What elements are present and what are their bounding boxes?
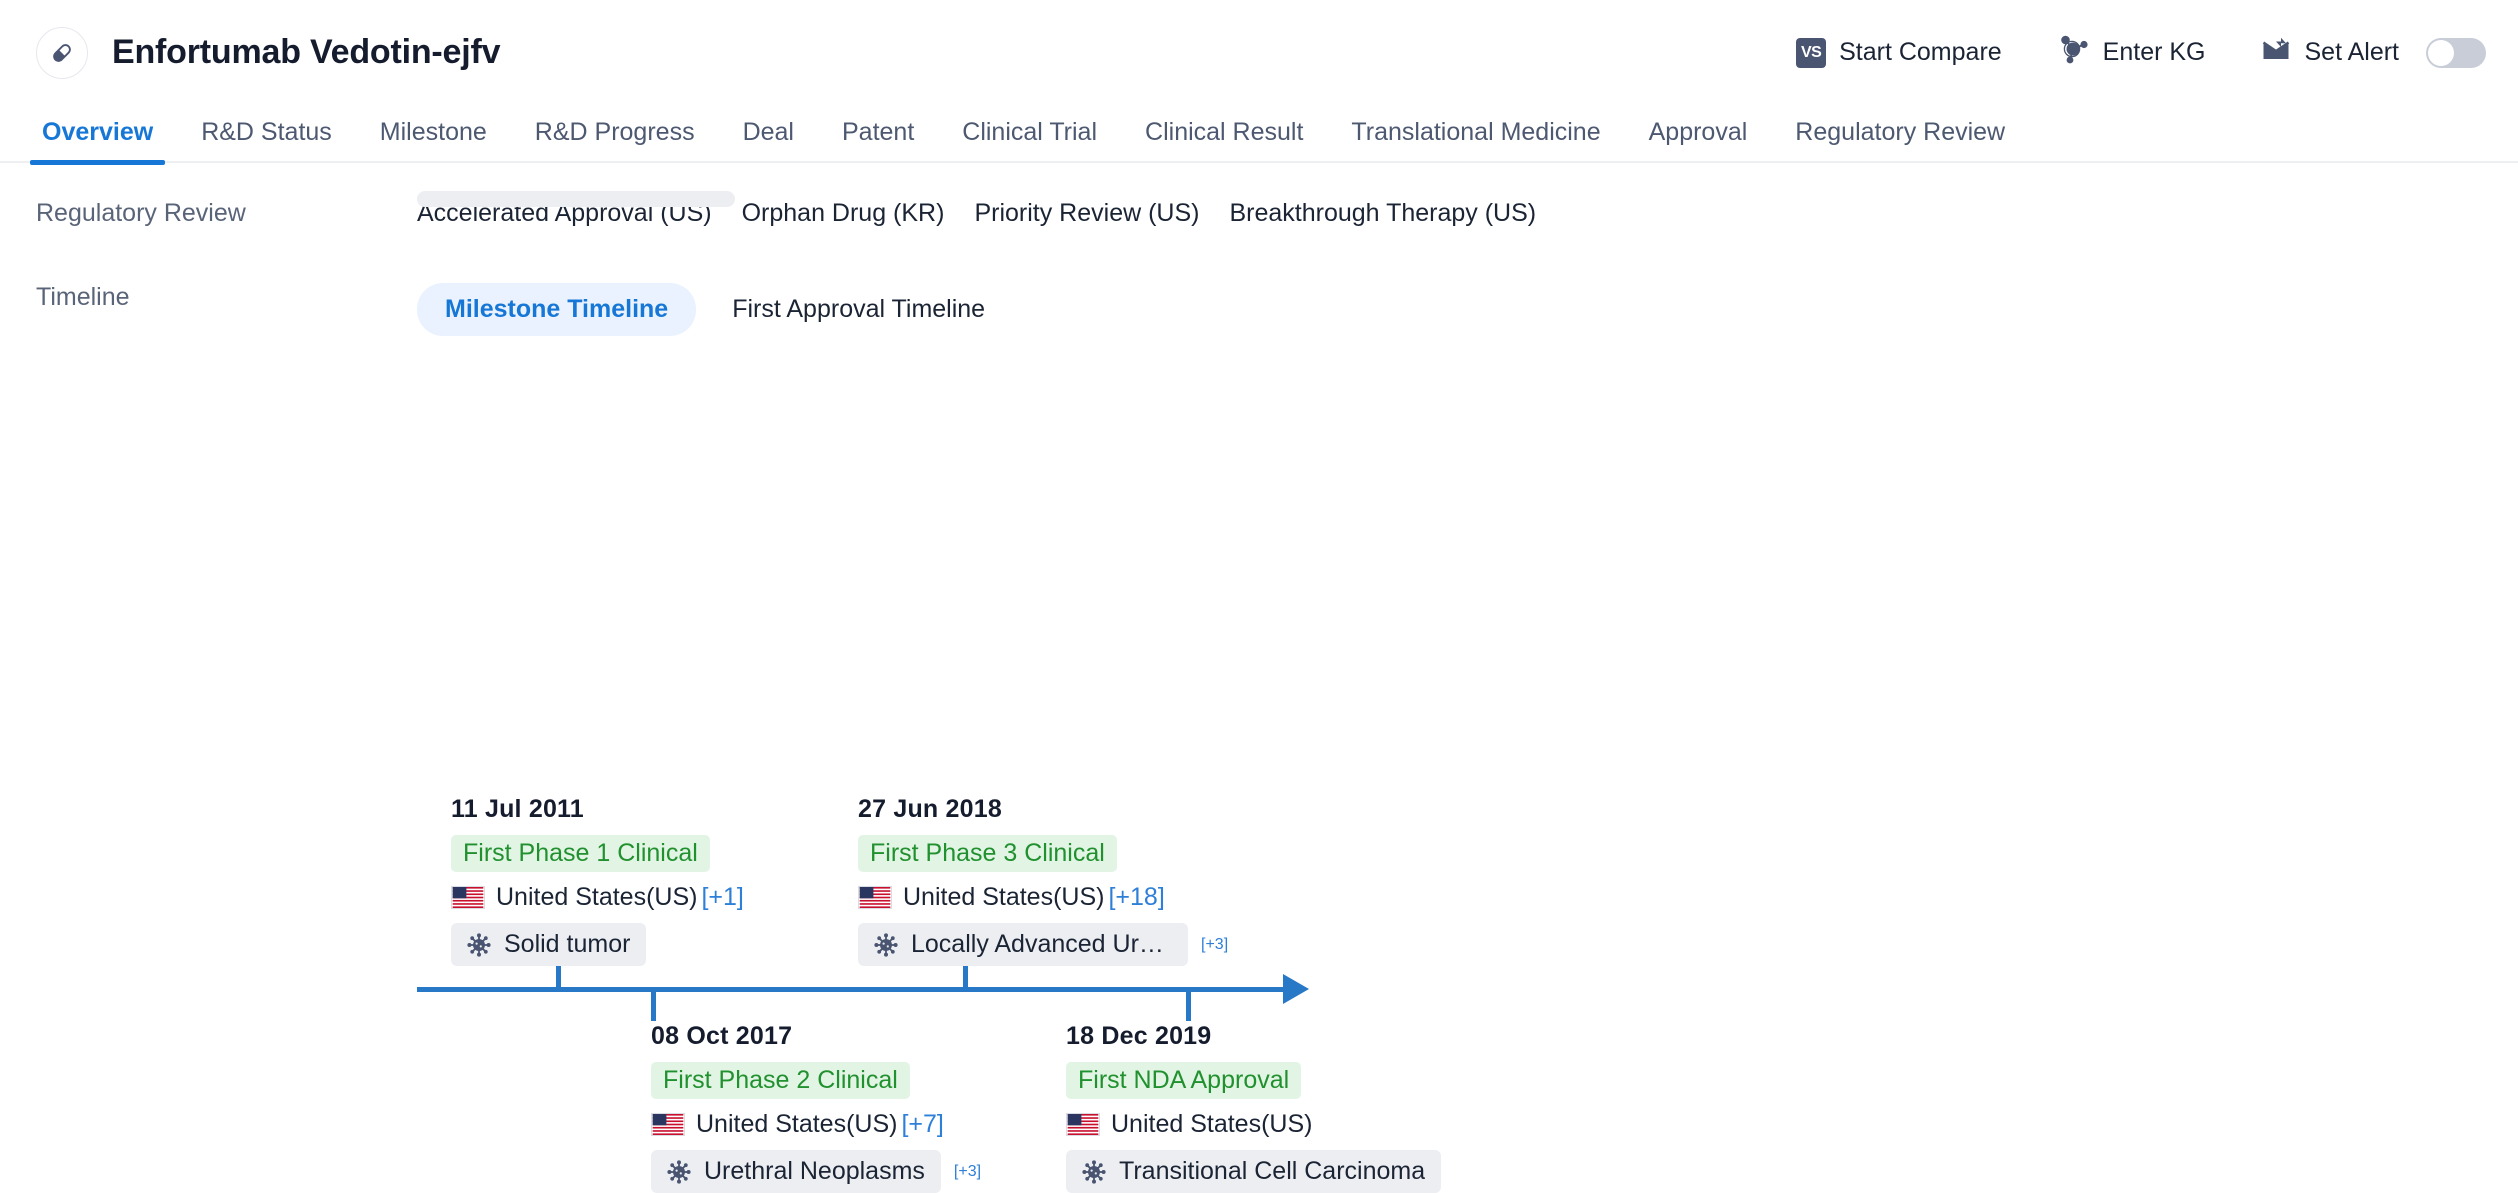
regulatory-review-row: Regulatory Review Accelerated Approval (… (0, 199, 2518, 228)
timeline-node-country-name: United States(US) (903, 883, 1105, 911)
timeline-node-disease-line: Solid tumor (451, 923, 744, 966)
timeline-node-country-name: United States(US) (496, 883, 698, 911)
virus-icon (467, 932, 491, 957)
regulatory-item-orphan-drug[interactable]: Orphan Drug (KR) (742, 199, 945, 228)
timeline-node-disease-chip[interactable]: Transitional Cell Carcinoma (1066, 1150, 1442, 1193)
timeline-node-disease-more[interactable]: [+3] (1201, 936, 1228, 954)
timeline-node-disease-chip[interactable]: Urethral Neoplasms (651, 1150, 941, 1193)
timeline-node-stage-badge: First NDA Approval (1066, 1062, 1302, 1099)
alert-envelope-icon (2262, 36, 2292, 69)
timeline-node-country: United States(US) [+18] (858, 883, 1228, 912)
timeline-node-disease-name: Transitional Cell Carcinoma (1119, 1157, 1426, 1185)
page-header: Enfortumab Vedotin-ejfv VS Start Compare (0, 0, 2518, 105)
timeline-node-stage-badge: First Phase 3 Clinical (858, 835, 1117, 872)
us-flag-icon (451, 886, 485, 909)
timeline-node-country-more[interactable]: [+18] (1108, 883, 1164, 912)
regulatory-review-label: Regulatory Review (36, 199, 246, 227)
timeline-node-disease-line: Urethral Neoplasms [+3] (651, 1150, 981, 1193)
regulatory-item-priority-review[interactable]: Priority Review (US) (974, 199, 1199, 228)
timeline-node-date: 27 Jun 2018 (858, 795, 1002, 823)
clipped-tag-above (417, 191, 735, 207)
timeline-row: Timeline Milestone Timeline First Approv… (0, 283, 2518, 336)
timeline-switch-first-approval[interactable]: First Approval Timeline (704, 283, 1013, 336)
set-alert-toggle[interactable] (2426, 37, 2486, 68)
timeline-node-date: 08 Oct 2017 (651, 1022, 793, 1050)
timeline-node-country-more[interactable]: [+1] (701, 883, 743, 912)
tab-rd-progress[interactable]: R&D Progress (511, 118, 719, 163)
tab-milestone[interactable]: Milestone (356, 118, 511, 163)
capsule-icon (36, 26, 88, 79)
main-tabbar: Overview R&D Status Milestone R&D Progre… (0, 105, 2518, 165)
timeline-node-2: 08 Oct 2017 First Phase 2 Clinical Unite… (651, 1022, 981, 1193)
timeline-switch: Milestone Timeline First Approval Timeli… (417, 283, 2518, 336)
timeline-switch-milestone[interactable]: Milestone Timeline (417, 283, 697, 336)
us-flag-icon (651, 1113, 685, 1136)
enter-kg-button[interactable]: Enter KG (2058, 34, 2206, 71)
timeline-node-disease-line: Transitional Cell Carcinoma (1066, 1150, 1454, 1193)
tab-clinical-result[interactable]: Clinical Result (1121, 118, 1327, 163)
regulatory-item-breakthrough-therapy[interactable]: Breakthrough Therapy (US) (1229, 199, 1536, 228)
tab-approval[interactable]: Approval (1625, 118, 1772, 163)
timeline-node-disease-name: Solid tumor (504, 930, 631, 958)
virus-icon (874, 932, 898, 957)
toggle-knob (2428, 39, 2454, 66)
timeline-node-disease-name: Urethral Neoplasms (704, 1157, 925, 1185)
virus-icon (667, 1159, 691, 1184)
tab-rd-status[interactable]: R&D Status (177, 118, 356, 163)
timeline-label: Timeline (36, 283, 130, 311)
timeline-node-country-name: United States(US) (696, 1110, 898, 1138)
timeline-node-country: United States(US) [+1] (451, 883, 744, 912)
timeline-tick-4 (1186, 991, 1191, 1021)
tab-deal[interactable]: Deal (719, 118, 818, 163)
timeline-node-3: 27 Jun 2018 First Phase 3 Clinical Unite… (858, 795, 1228, 966)
timeline-node-date: 11 Jul 2011 (451, 795, 584, 823)
tab-patent[interactable]: Patent (818, 118, 938, 163)
tab-regulatory-review[interactable]: Regulatory Review (1771, 118, 2029, 163)
tab-translational-medicine[interactable]: Translational Medicine (1327, 118, 1624, 163)
timeline-node-stage-badge: First Phase 2 Clinical (651, 1062, 910, 1099)
timeline-node-disease-more[interactable]: [+3] (954, 1163, 981, 1181)
timeline-node-disease-chip[interactable]: Locally Advanced Urothe... (858, 923, 1188, 966)
knowledge-graph-icon (2058, 34, 2090, 71)
timeline-node-disease-name: Locally Advanced Urothe... (911, 930, 1172, 958)
capsule-icon-glyph (53, 43, 71, 62)
timeline-node-1: 11 Jul 2011 First Phase 1 Clinical Unite… (451, 795, 744, 966)
timeline-node-4: 18 Dec 2019 First NDA Approval United St… (1066, 1022, 1454, 1193)
virus-icon (1082, 1159, 1106, 1184)
milestone-timeline-graphic: 11 Jul 2011 First Phase 1 Clinical Unite… (0, 374, 2518, 1193)
us-flag-icon (1066, 1113, 1100, 1136)
timeline-node-country: United States(US) [+7] (651, 1110, 981, 1139)
timeline-axis-line (417, 987, 1289, 992)
vs-badge-icon: VS (1796, 37, 1827, 68)
header-actions: VS Start Compare Enter KG Set Alert (1796, 34, 2486, 71)
timeline-node-disease-line: Locally Advanced Urothe... [+3] (858, 923, 1228, 966)
timeline-node-country: United States(US) (1066, 1110, 1454, 1139)
set-alert-button[interactable]: Set Alert (2262, 36, 2486, 69)
timeline-node-stage-badge: First Phase 1 Clinical (451, 835, 710, 872)
us-flag-icon (858, 886, 892, 909)
alert-envelope-icon-glyph (2262, 37, 2289, 59)
timeline-node-date: 18 Dec 2019 (1066, 1022, 1212, 1050)
knowledge-graph-icon-glyph (2060, 35, 2088, 64)
timeline-node-country-more[interactable]: [+7] (901, 1110, 943, 1139)
enter-kg-label: Enter KG (2102, 38, 2206, 66)
start-compare-button[interactable]: VS Start Compare (1796, 37, 2002, 68)
start-compare-label: Start Compare (1839, 38, 2002, 66)
timeline-axis-arrow (1283, 974, 1309, 1004)
timeline-node-disease-chip[interactable]: Solid tumor (451, 923, 647, 966)
timeline-node-country-name: United States(US) (1111, 1110, 1313, 1138)
tab-overview[interactable]: Overview (18, 118, 177, 165)
overview-content: Regulatory Review Accelerated Approval (… (0, 191, 2518, 1193)
set-alert-label: Set Alert (2304, 38, 2400, 66)
timeline-tick-2 (651, 991, 656, 1021)
tab-clinical-trial[interactable]: Clinical Trial (938, 118, 1121, 163)
page-title: Enfortumab Vedotin-ejfv (112, 33, 501, 71)
